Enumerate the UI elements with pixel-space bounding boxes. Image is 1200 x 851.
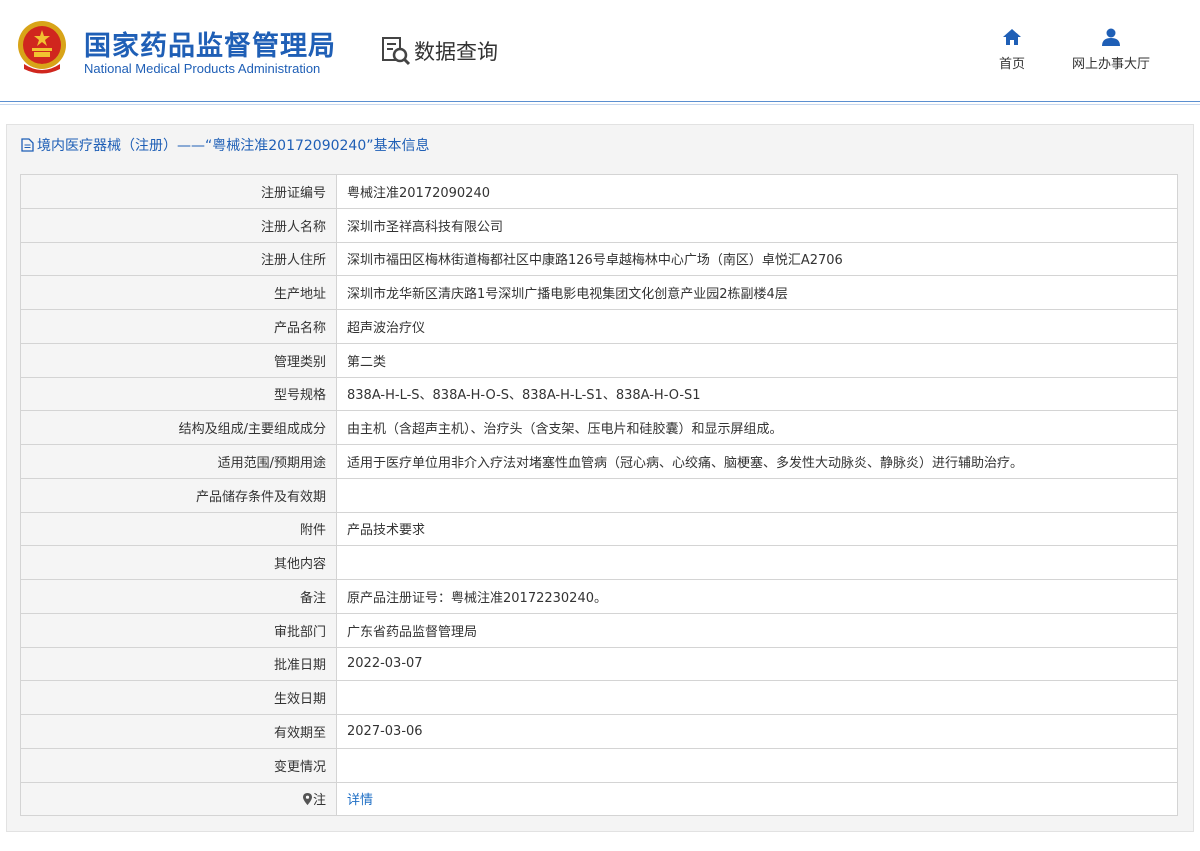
row-key: 注册人住所 [20, 241, 337, 277]
row-value [336, 680, 1178, 715]
row-value: 838A-H-L-S、838A-H-O-S、838A-H-L-S1、838A-H… [336, 376, 1178, 412]
data-query-module: 数据查询 [380, 35, 498, 67]
row-key: 备注 [20, 579, 337, 614]
info-table-body: 注册证编号 粤械注准20172090240 注册人名称 深圳市圣祥高科技有限公司 注册人… [20, 174, 1178, 817]
brand-title-en: National Medical Products Administration [84, 61, 321, 76]
table-row: 生效日期 [20, 680, 1178, 715]
row-value: 深圳市福田区梅林街道梅都社区中康路126号卓越梅林中心广场（南区）卓悦汇A270… [336, 241, 1178, 277]
row-value: 原产品注册证号：粤械注准20172230240。 [336, 579, 1178, 614]
row-value [336, 477, 1178, 513]
row-value: 第二类 [336, 342, 1178, 378]
row-key: 变更情况 [20, 747, 337, 783]
table-row: 变更情况 [20, 747, 1178, 783]
brand-title-cn: 国家药品监督管理局 [84, 31, 336, 62]
row-value: 深圳市圣祥高科技有限公司 [336, 207, 1178, 243]
table-row: 结构及组成/主要组成成分 由主机（含超声主机）、治疗头（含支架、压电片和硅胶囊）和… [20, 410, 1178, 445]
row-key: 管理类别 [20, 342, 337, 378]
row-key: 有效期至 [20, 714, 337, 749]
panel-title-text: 境内医疗器械（注册）——“粤械注准20172090240”基本信息 [37, 138, 430, 154]
module-title: 数据查询 [414, 40, 498, 64]
table-row: 生产地址 深圳市龙华新区清庆路1号深圳广播电影电视集团文化创意产业园2栋副楼4层 [20, 275, 1178, 310]
row-value: 详情 [336, 781, 1178, 817]
row-key: 附件 [20, 511, 337, 547]
panel-title: 境内医疗器械（注册）——“粤械注准20172090240”基本信息 [7, 125, 1193, 165]
note-key: 注 [312, 793, 326, 809]
nav-home-label: 首页 [998, 57, 1025, 72]
row-key: 注册人名称 [20, 207, 337, 243]
table-row: 附件 产品技术要求 [20, 511, 1178, 547]
table-row: 批准日期 2022-03-07 [20, 646, 1178, 682]
row-value: 广东省药品监督管理局 [336, 612, 1178, 648]
data-search-icon [382, 37, 411, 66]
row-key: 注册证编号 [20, 174, 337, 209]
table-row: 注册人住所 深圳市福田区梅林街道梅都社区中康路126号卓越梅林中心广场（南区）卓悦… [20, 241, 1178, 277]
row-value: 产品技术要求 [336, 511, 1178, 547]
row-key: 生产地址 [20, 275, 337, 310]
row-key: 生效日期 [20, 680, 337, 715]
table-row: 注册人名称 深圳市圣祥高科技有限公司 [20, 207, 1178, 243]
row-key: 其他内容 [20, 545, 337, 580]
header-divider [0, 101, 1200, 105]
table-row: 适用范围/预期用途 适用于医疗单位用非介入疗法对堵塞性血管病（冠心病、心绞痛、脑梗… [20, 444, 1178, 479]
row-value: 2022-03-07 [336, 646, 1178, 682]
row-key: 产品名称 [20, 309, 337, 344]
row-key: 适用范围/预期用途 [20, 444, 337, 479]
row-key: 型号规格 [20, 376, 337, 412]
nav-home-link[interactable]: 首页 [994, 28, 1030, 72]
table-row: 注册证编号 粤械注准20172090240 [20, 174, 1178, 209]
row-key: 审批部门 [20, 612, 337, 648]
row-key: 结构及组成/主要组成成分 [20, 410, 337, 445]
table-row: 备注 原产品注册证号：粤械注准20172230240。 [20, 579, 1178, 614]
table-row: 管理类别 第二类 [20, 342, 1178, 378]
info-panel: 境内医疗器械（注册）——“粤械注准20172090240”基本信息 注册证编号粤… [6, 124, 1194, 832]
row-value: 2027-03-06 [336, 714, 1178, 749]
row-value [336, 747, 1178, 783]
user-icon [1102, 28, 1120, 46]
nav-online-hall-link[interactable]: 网上办事大厅 [1066, 28, 1156, 72]
home-icon [1003, 29, 1021, 45]
row-value: 适用于医疗单位用非介入疗法对堵塞性血管病（冠心病、心绞痛、脑梗塞、多发性大动脉炎… [336, 444, 1178, 479]
nav-online-hall-label: 网上办事大厅 [1071, 57, 1150, 72]
row-value: 深圳市龙华新区清庆路1号深圳广播电影电视集团文化创意产业园2栋副楼4层 [336, 275, 1178, 310]
row-key: 批准日期 [20, 646, 337, 682]
table-row: 产品储存条件及有效期 [20, 477, 1178, 513]
row-key: 注 [20, 781, 337, 817]
row-value: 粤械注准20172090240 [336, 174, 1178, 209]
site-header: 国家药品监督管理局 National Medical Products Admi… [0, 0, 1200, 105]
national-emblem-icon [18, 21, 66, 74]
detail-link[interactable]: 详情 [347, 793, 373, 808]
row-value: 由主机（含超声主机）、治疗头（含支架、压电片和硅胶囊）和显示屏组成。 [336, 410, 1178, 445]
table-row: 其他内容 [20, 545, 1178, 580]
table-row: 产品名称 超声波治疗仪 [20, 309, 1178, 344]
table-row: 注 详情 [20, 781, 1178, 817]
row-value [336, 545, 1178, 580]
info-table: 注册证编号 粤械注准20172090240 注册人名称 深圳市圣祥高科技有限公司 注册人… [20, 174, 1178, 817]
table-row: 型号规格 838A-H-L-S、838A-H-O-S、838A-H-L-S1、83… [20, 376, 1178, 412]
pin-icon [302, 793, 312, 806]
row-key: 产品储存条件及有效期 [20, 477, 337, 513]
row-value: 超声波治疗仪 [336, 309, 1178, 344]
table-row: 有效期至 2027-03-06 [20, 714, 1178, 749]
table-row: 审批部门 广东省药品监督管理局 [20, 612, 1178, 648]
document-icon [21, 138, 34, 152]
